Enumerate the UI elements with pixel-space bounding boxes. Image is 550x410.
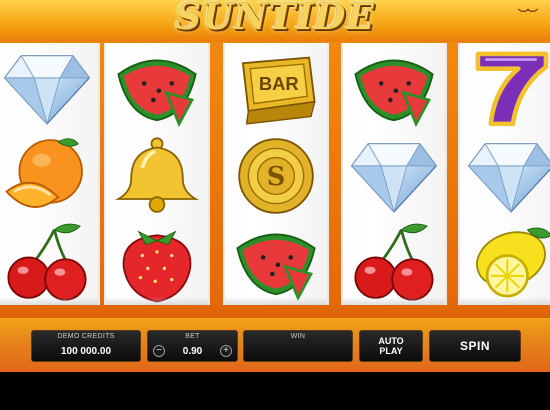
game-stage: ︶︶ SUNTIDE BAR S DEMO CREDITS 100 000.00… [0, 0, 550, 410]
auto-play-button[interactable]: AUTO PLAY [359, 330, 423, 362]
svg-text:BAR: BAR [259, 73, 299, 94]
bird-icon: ︶︶ [518, 8, 538, 21]
watermelon-symbol [106, 45, 208, 131]
credits-panel: DEMO CREDITS 100 000.00 [31, 330, 141, 362]
lemon-icon [476, 227, 550, 298]
orange-icon [5, 138, 83, 208]
cherries-symbol [343, 219, 445, 305]
reel-1 [0, 43, 100, 305]
watermelon-icon [236, 233, 316, 302]
diamond-symbol [0, 45, 98, 131]
lemon-symbol [460, 219, 550, 305]
cherries-icon [354, 223, 434, 301]
cherries-symbol [0, 219, 98, 305]
gold-coin-icon: S [238, 138, 314, 214]
credits-label: DEMO CREDITS [57, 333, 115, 340]
watermelon-icon [354, 59, 434, 128]
credits-value: 100 000.00 [60, 346, 112, 357]
win-label: WIN [290, 333, 306, 340]
gold-coin-symbol: S [225, 133, 327, 219]
bottom-bar [0, 372, 550, 410]
watermelon-icon [117, 59, 197, 128]
diamond-symbol [343, 133, 445, 219]
bet-label: BET [185, 333, 200, 340]
diamond-icon [3, 54, 91, 126]
watermelon-symbol [343, 45, 445, 131]
strawberry-symbol [106, 219, 208, 305]
diamond-symbol [460, 133, 550, 219]
bar-symbol: BAR [225, 45, 327, 131]
diamond-icon [467, 142, 550, 214]
bet-increase-button[interactable]: + [220, 345, 232, 357]
strawberry-icon [122, 230, 192, 303]
diamond-icon [350, 142, 438, 214]
game-logo: SUNTIDE [175, 0, 375, 38]
bar-icon: BAR [241, 56, 316, 125]
orange-symbol [0, 133, 98, 219]
reel-2 [104, 43, 210, 305]
watermelon-symbol [225, 219, 327, 305]
cherries-icon [7, 223, 87, 301]
reel-5 [458, 43, 550, 305]
win-panel: WIN [243, 330, 353, 362]
bell-icon [114, 137, 200, 213]
spin-button[interactable]: SPIN [429, 330, 521, 362]
svg-text:S: S [267, 162, 286, 192]
bet-panel: BET − 0.90 + [147, 330, 238, 362]
seven-symbol [460, 45, 550, 131]
bell-symbol [106, 133, 208, 219]
seven-icon [475, 51, 549, 127]
reel-4 [341, 43, 447, 305]
reel-3: BAR S [223, 43, 329, 305]
